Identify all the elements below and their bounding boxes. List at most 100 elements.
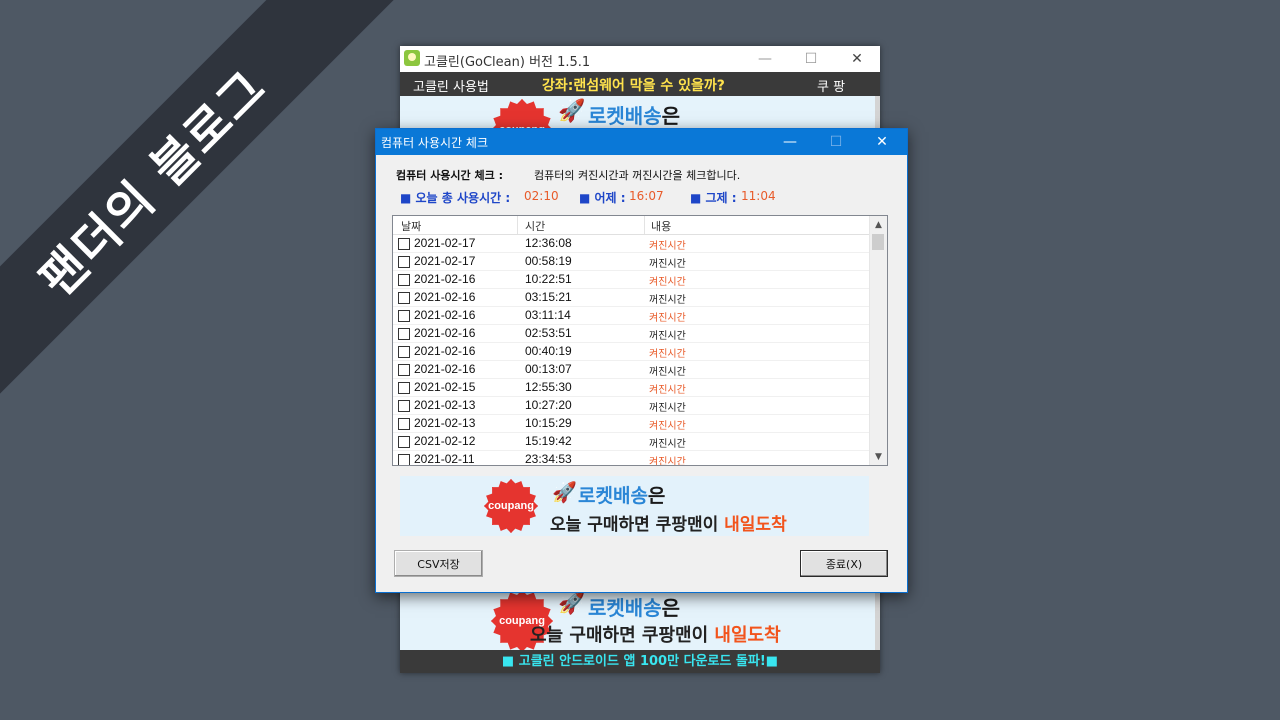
row-event: 꺼진시간 — [649, 259, 686, 270]
description-label: 컴퓨터 사용시간 체크 : — [396, 169, 503, 182]
minimize-icon[interactable]: — — [742, 46, 788, 72]
row-event: 켜진시간 — [649, 385, 686, 396]
maximize-icon[interactable]: ☐ — [788, 46, 834, 72]
ad-subline: 오늘 구매하면 쿠팡맨이 내일도착 — [550, 515, 787, 535]
scroll-thumb[interactable] — [872, 234, 884, 250]
stat-yesterday-value: 16:07 — [629, 189, 664, 203]
row-event: 켜진시간 — [649, 313, 686, 324]
goclean-menu-bar: 고클린 사용법 강좌:랜섬웨어 막을 수 있을까? 쿠 팡 — [400, 72, 880, 96]
row-event: 켜진시간 — [649, 457, 686, 466]
row-checkbox[interactable] — [398, 346, 410, 358]
row-checkbox[interactable] — [398, 274, 410, 286]
close-icon[interactable]: ✕ — [834, 46, 880, 72]
row-checkbox[interactable] — [398, 382, 410, 394]
row-event: 꺼진시간 — [649, 367, 686, 378]
stat-day-before-label: ■ 그제 : — [690, 191, 737, 205]
table-row[interactable]: 2021-02-16 02:53:51 꺼진시간 — [393, 325, 869, 343]
menu-coupang[interactable]: 쿠 팡 — [817, 76, 845, 95]
row-date: 2021-02-12 — [414, 434, 476, 448]
usage-log-list[interactable]: 날짜 시간 내용 2021-02-17 12:36:08 켜진시간 2021-02-1… — [392, 215, 888, 466]
row-event: 꺼진시간 — [649, 331, 686, 342]
coupang-badge: coupang — [484, 479, 538, 533]
row-checkbox[interactable] — [398, 328, 410, 340]
dialog-title-bar: 컴퓨터 사용시간 체크 — ☐ ✕ — [376, 129, 907, 155]
table-row[interactable]: 2021-02-16 00:40:19 켜진시간 — [393, 343, 869, 361]
row-time: 10:22:51 — [525, 272, 572, 286]
csv-save-button[interactable]: CSV저장 — [394, 550, 483, 577]
stat-today-label: ■ 오늘 총 사용시간 : — [400, 191, 511, 205]
column-divider[interactable] — [517, 216, 518, 234]
table-row[interactable]: 2021-02-13 10:15:29 켜진시간 — [393, 415, 869, 433]
goclean-title-bar: 고클린(GoClean) 버전 1.5.1 — ☐ ✕ — [400, 46, 880, 72]
row-time: 00:40:19 — [525, 344, 572, 358]
list-scrollbar[interactable]: ▲ ▼ — [869, 216, 887, 465]
list-rows: 2021-02-17 12:36:08 켜진시간 2021-02-17 00:58:19… — [393, 235, 869, 466]
row-checkbox[interactable] — [398, 310, 410, 322]
table-row[interactable]: 2021-02-12 15:19:42 꺼진시간 — [393, 433, 869, 451]
row-time: 10:15:29 — [525, 416, 572, 430]
rocket-icon: 🚀 — [558, 99, 586, 124]
table-row[interactable]: 2021-02-16 03:15:21 꺼진시간 — [393, 289, 869, 307]
ad-headline: 로켓배송은 — [578, 485, 666, 507]
row-date: 2021-02-15 — [414, 380, 476, 394]
minimize-icon[interactable]: — — [767, 129, 813, 155]
row-event: 켜진시간 — [649, 277, 686, 288]
row-date: 2021-02-16 — [414, 308, 476, 322]
exit-button[interactable]: 종료(X) — [800, 550, 888, 577]
stat-yesterday-label: ■ 어제 : — [579, 191, 626, 205]
dialog-title: 컴퓨터 사용시간 체크 — [381, 136, 488, 150]
row-time: 12:55:30 — [525, 380, 572, 394]
row-event: 켜진시간 — [649, 241, 686, 252]
row-checkbox[interactable] — [398, 292, 410, 304]
row-time: 15:19:42 — [525, 434, 572, 448]
row-checkbox[interactable] — [398, 418, 410, 430]
row-time: 03:15:21 — [525, 290, 572, 304]
table-row[interactable]: 2021-02-16 03:11:14 켜진시간 — [393, 307, 869, 325]
usage-time-dialog: 컴퓨터 사용시간 체크 — ☐ ✕ 컴퓨터 사용시간 체크 : 컴퓨터의 켜진시… — [375, 128, 908, 593]
row-date: 2021-02-11 — [414, 452, 475, 466]
row-checkbox[interactable] — [398, 454, 410, 465]
scroll-down-icon[interactable]: ▼ — [870, 448, 887, 465]
column-event[interactable]: 내용 — [651, 218, 671, 234]
table-row[interactable]: 2021-02-17 12:36:08 켜진시간 — [393, 235, 869, 253]
ad-headline: 로켓배송은 — [588, 104, 681, 128]
menu-usage[interactable]: 고클린 사용법 — [413, 76, 489, 95]
row-time: 00:13:07 — [525, 362, 572, 376]
row-event: 꺼진시간 — [649, 403, 686, 414]
row-time: 03:11:14 — [525, 308, 571, 322]
goclean-footer-banner[interactable]: ■ 고클린 안드로이드 앱 100만 다운로드 돌파!■ — [400, 650, 880, 673]
close-icon[interactable]: ✕ — [859, 129, 905, 155]
stat-yesterday: ■ 어제 : 16:07 — [579, 189, 664, 206]
dialog-ad-banner[interactable]: coupang 🚀 로켓배송은 오늘 구매하면 쿠팡맨이 내일도착 — [400, 476, 869, 536]
stat-day-before: ■ 그제 : 11:04 — [690, 189, 776, 206]
table-row[interactable]: 2021-02-15 12:55:30 켜진시간 — [393, 379, 869, 397]
stat-day-before-value: 11:04 — [741, 189, 776, 203]
row-event: 꺼진시간 — [649, 439, 686, 450]
goclean-app-icon — [404, 50, 420, 66]
row-checkbox[interactable] — [398, 238, 410, 250]
row-checkbox[interactable] — [398, 400, 410, 412]
row-checkbox[interactable] — [398, 256, 410, 268]
table-row[interactable]: 2021-02-16 00:13:07 꺼진시간 — [393, 361, 869, 379]
row-checkbox[interactable] — [398, 364, 410, 376]
maximize-icon[interactable]: ☐ — [813, 129, 859, 155]
menu-lecture-link[interactable]: 강좌:랜섬웨어 막을 수 있을까? — [542, 75, 725, 95]
rocket-icon: 🚀 — [552, 480, 577, 504]
column-date[interactable]: 날짜 — [401, 218, 421, 234]
table-row[interactable]: 2021-02-13 10:27:20 꺼진시간 — [393, 397, 869, 415]
row-event: 꺼진시간 — [649, 295, 686, 306]
table-row[interactable]: 2021-02-11 23:34:53 켜진시간 — [393, 451, 869, 466]
column-divider[interactable] — [644, 216, 645, 234]
table-row[interactable]: 2021-02-16 10:22:51 켜진시간 — [393, 271, 869, 289]
scroll-up-icon[interactable]: ▲ — [870, 216, 887, 233]
bg-ad-banner-bottom[interactable]: coupang 🚀 로켓배송은 오늘 구매하면 쿠팡맨이 내일도착 — [400, 584, 875, 650]
column-time[interactable]: 시간 — [525, 218, 545, 234]
row-date: 2021-02-16 — [414, 272, 476, 286]
row-date: 2021-02-16 — [414, 344, 476, 358]
stat-today: ■ 오늘 총 사용시간 : 02:10 — [400, 189, 559, 206]
row-checkbox[interactable] — [398, 436, 410, 448]
row-date: 2021-02-16 — [414, 362, 476, 376]
row-date: 2021-02-17 — [414, 254, 476, 268]
row-date: 2021-02-16 — [414, 326, 476, 340]
table-row[interactable]: 2021-02-17 00:58:19 꺼진시간 — [393, 253, 869, 271]
